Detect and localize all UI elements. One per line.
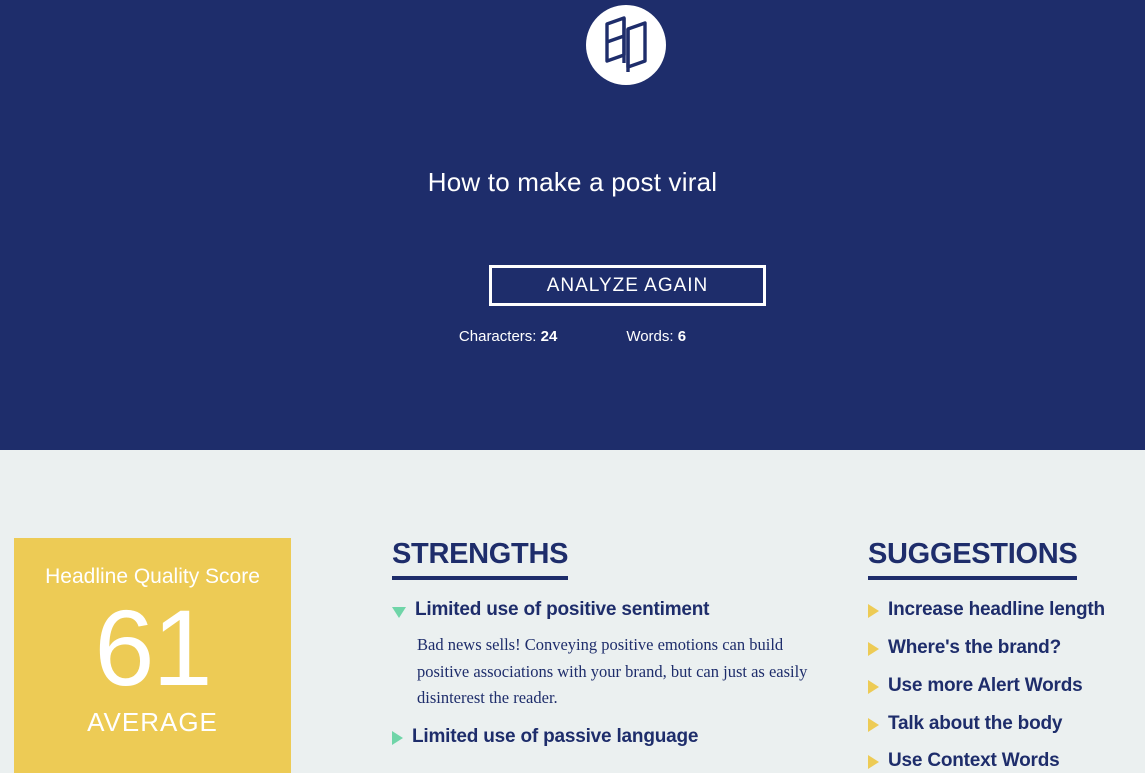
suggestion-item: Where's the brand? — [868, 637, 1138, 659]
strengths-list: Limited use of positive sentiment Bad ne… — [392, 599, 842, 748]
suggestion-item: Talk about the body — [868, 713, 1138, 735]
suggestion-item-header[interactable]: Use more Alert Words — [868, 675, 1138, 697]
suggestion-item-title: Where's the brand? — [888, 636, 1061, 658]
suggestion-item-header[interactable]: Use Context Words — [868, 750, 1138, 772]
characters-label: Characters: — [458, 328, 537, 345]
triangle-right-icon[interactable] — [868, 679, 879, 694]
analyze-again-button[interactable]: ANALYZE AGAIN — [489, 265, 766, 306]
strength-item: Limited use of positive sentiment Bad ne… — [392, 599, 842, 712]
suggestion-item: Use Context Words — [868, 750, 1138, 772]
strength-item: Limited use of passive language — [392, 726, 842, 748]
suggestion-item-header[interactable]: Where's the brand? — [868, 637, 1138, 659]
suggestion-item-header[interactable]: Talk about the body — [868, 713, 1138, 735]
suggestion-item: Use more Alert Words — [868, 675, 1138, 697]
strength-item-header[interactable]: Limited use of positive sentiment — [392, 599, 842, 621]
strengths-heading: STRENGTHS — [392, 538, 568, 580]
app-logo — [586, 5, 666, 85]
suggestion-item-title: Use more Alert Words — [888, 674, 1083, 696]
headline-analyzer-logo-icon — [602, 15, 650, 75]
strength-item-title: Limited use of passive language — [412, 726, 699, 747]
suggestion-item-title: Increase headline length — [888, 599, 1105, 620]
strength-item-header[interactable]: Limited use of passive language — [392, 726, 842, 748]
suggestion-item: Increase headline length — [868, 599, 1138, 621]
triangle-down-icon[interactable] — [392, 607, 406, 618]
triangle-right-icon[interactable] — [868, 755, 879, 770]
suggestion-item-title: Talk about the body — [888, 712, 1063, 734]
headline-stats: Characters: 24 Words: 6 — [0, 328, 1145, 345]
triangle-right-icon[interactable] — [868, 641, 879, 656]
suggestion-item-title: Use Context Words — [888, 750, 1060, 772]
strength-item-body: Bad news sells! Conveying positive emoti… — [417, 634, 808, 708]
strengths-column: STRENGTHS Limited use of positive sentim… — [392, 538, 842, 750]
triangle-right-icon[interactable] — [392, 731, 403, 745]
triangle-right-icon[interactable] — [868, 717, 879, 732]
suggestion-item-header[interactable]: Increase headline length — [868, 599, 1138, 621]
strength-item-title: Limited use of positive sentiment — [415, 599, 710, 620]
hero-section: How to make a post viral ANALYZE AGAIN C… — [0, 0, 1145, 450]
words-value: 6 — [677, 328, 687, 345]
score-label: Headline Quality Score — [45, 565, 260, 588]
score-value: 61 — [94, 587, 212, 709]
characters-value: 24 — [540, 328, 558, 345]
suggestions-list: Increase headline length Where's the bra… — [868, 599, 1138, 772]
words-stat: Words: 6 — [626, 328, 686, 345]
words-label: Words: — [626, 328, 674, 345]
characters-stat: Characters: 24 — [459, 328, 557, 345]
suggestions-heading: SUGGESTIONS — [868, 538, 1078, 580]
results-panel: Headline Quality Score 61 AVERAGE STRENG… — [0, 450, 1145, 773]
page-title: How to make a post viral — [427, 167, 718, 197]
triangle-right-icon[interactable] — [868, 604, 879, 618]
score-rating-badge: AVERAGE — [87, 706, 218, 737]
suggestions-column: SUGGESTIONS Increase headline length Whe… — [868, 538, 1138, 773]
headline-quality-score-card: Headline Quality Score 61 AVERAGE — [14, 538, 291, 773]
